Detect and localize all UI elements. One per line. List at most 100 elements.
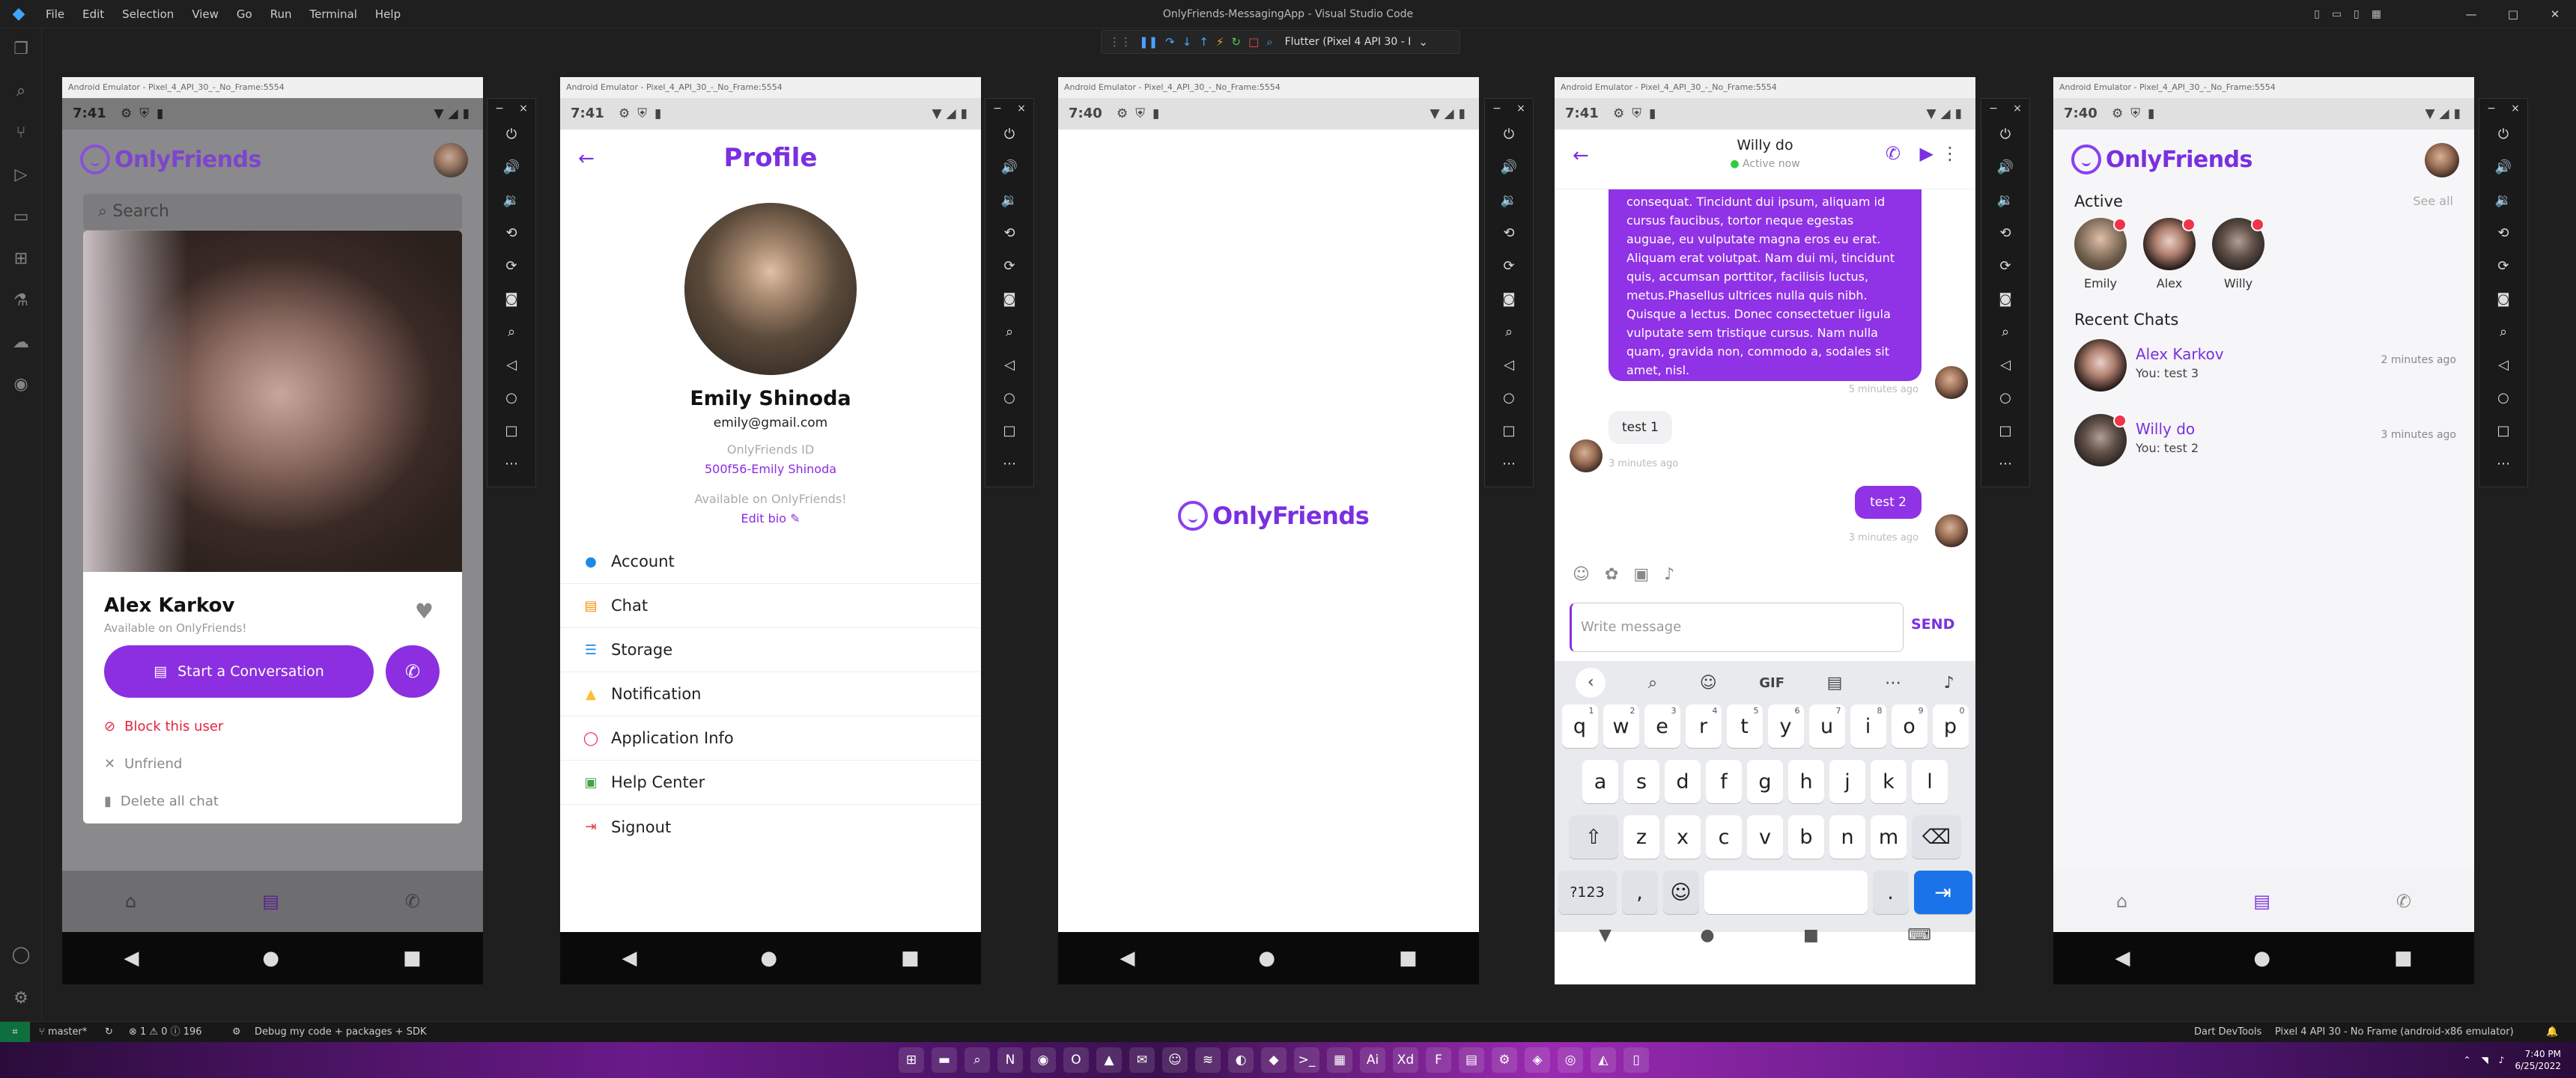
rotate-left-icon[interactable]: ⟲ <box>985 217 1033 250</box>
active-user[interactable]: Willy <box>2212 218 2264 290</box>
key-y[interactable]: y6 <box>1767 704 1804 748</box>
chat-icon[interactable]: ▤ <box>262 891 279 912</box>
opera-icon[interactable]: O <box>1063 1047 1089 1073</box>
menu-terminal[interactable]: Terminal <box>303 0 364 28</box>
run-debug-icon[interactable]: ▷ <box>0 154 42 196</box>
menu-chat[interactable]: ▤ Chat <box>560 584 981 628</box>
mic-icon[interactable]: ♪ <box>1664 565 1674 584</box>
enter-key[interactable]: ⇥ <box>1913 871 1972 914</box>
account-icon[interactable]: ◯ <box>0 934 42 976</box>
message-bubble-out[interactable]: consequat. Tincidunt dui ipsum, aliquam … <box>1609 189 1922 381</box>
source-control-icon[interactable]: ⑂ <box>0 112 42 154</box>
menu-notification[interactable]: ▲ Notification <box>560 672 981 716</box>
home-icon[interactable]: ○ <box>487 382 535 415</box>
key-s[interactable]: s <box>1623 760 1659 803</box>
menu-storage[interactable]: ☰ Storage <box>560 628 981 672</box>
phone-icon[interactable]: ✆ <box>2396 891 2411 912</box>
windows-start-icon[interactable]: ⊞ <box>899 1047 924 1073</box>
zoom-icon[interactable]: ⌕ <box>487 316 535 349</box>
volume-down-icon[interactable]: 🔉 <box>985 184 1033 217</box>
key-f[interactable]: f <box>1706 760 1742 803</box>
message-input[interactable]: Write message <box>1570 603 1904 652</box>
volume-down-icon[interactable]: 🔉 <box>1485 184 1533 217</box>
github-desktop-icon[interactable]: ◐ <box>1228 1047 1254 1073</box>
key-v[interactable]: v <box>1747 815 1783 859</box>
home-circle-icon[interactable]: ● <box>1258 947 1275 969</box>
step-out-icon[interactable]: ↑ <box>1199 35 1209 49</box>
close-icon[interactable]: × <box>1017 99 1026 118</box>
volume-down-icon[interactable]: 🔉 <box>1981 184 2029 217</box>
key-l[interactable]: l <box>1912 760 1948 803</box>
recents-icon[interactable]: ■ <box>1399 947 1418 969</box>
chevron-left-icon[interactable]: ‹ <box>1576 668 1606 698</box>
toggle-secondary-sidebar-icon[interactable]: ▯ <box>2354 0 2360 28</box>
more-icon[interactable]: ⋯ <box>985 448 1033 481</box>
home-icon[interactable]: ⌂ <box>125 891 136 912</box>
stop-icon[interactable]: □ <box>1248 35 1259 49</box>
key-q[interactable]: q1 <box>1561 704 1598 748</box>
device-selector[interactable]: Flutter (Pixel 4 API 30 - I <box>1285 36 1412 48</box>
key-m[interactable]: m <box>1871 815 1907 859</box>
testing-icon[interactable]: ⚗ <box>0 280 42 322</box>
more-icon[interactable]: ⋯ <box>1485 448 1533 481</box>
camera-icon[interactable]: ◙ <box>985 283 1033 316</box>
message-bubble-out[interactable]: test 2 <box>1855 486 1922 519</box>
send-button[interactable]: SEND <box>1911 616 1954 633</box>
key-r[interactable]: r4 <box>1685 704 1722 748</box>
home-icon[interactable]: ○ <box>2479 382 2527 415</box>
message-bubble-in[interactable]: test 1 <box>1609 411 1672 444</box>
menu-selection[interactable]: Selection <box>115 0 180 28</box>
discord-icon[interactable]: ☺ <box>1162 1047 1188 1073</box>
minimize-icon[interactable]: − <box>1989 99 1998 118</box>
emoji-icon[interactable]: ☺ <box>1573 565 1590 584</box>
photoshop-icon[interactable]: ▦ <box>1327 1047 1352 1073</box>
github-icon[interactable]: ◉ <box>0 364 42 406</box>
close-button[interactable]: ✕ <box>2534 0 2576 28</box>
start-conversation-button[interactable]: ▤ Start a Conversation <box>104 645 374 698</box>
power-icon[interactable]: ⏻ <box>487 118 535 151</box>
home-circle-icon[interactable]: ● <box>2253 947 2270 969</box>
menu-file[interactable]: File <box>39 0 71 28</box>
customize-layout-icon[interactable]: ▦ <box>2372 0 2381 28</box>
zoom-icon[interactable]: ⌕ <box>2479 316 2527 349</box>
key-i[interactable]: i8 <box>1850 704 1886 748</box>
volume-icon[interactable]: ♪ <box>2499 1055 2505 1065</box>
active-user[interactable]: Emily <box>2074 218 2127 290</box>
key-c[interactable]: c <box>1706 815 1742 859</box>
remote-explorer-icon[interactable]: ▭ <box>0 196 42 238</box>
power-icon[interactable]: ⏻ <box>1981 118 2029 151</box>
notes-icon[interactable]: ▤ <box>1459 1047 1484 1073</box>
recents-icon[interactable]: ■ <box>901 947 920 969</box>
rotate-left-icon[interactable]: ⟲ <box>487 217 535 250</box>
zoom-icon[interactable]: ⌕ <box>985 316 1033 349</box>
device-indicator[interactable]: Pixel 4 API 30 - No Frame (android-x86 e… <box>2275 1022 2514 1043</box>
key-w[interactable]: w2 <box>1603 704 1639 748</box>
remote-indicator-icon[interactable]: ⌗ <box>0 1022 30 1043</box>
power-icon[interactable]: ⏻ <box>1485 118 1533 151</box>
search-icon[interactable]: ⌕ <box>965 1047 990 1073</box>
more-icon[interactable]: ⋯ <box>487 448 535 481</box>
minimize-icon[interactable]: − <box>1492 99 1501 118</box>
home-icon[interactable]: ○ <box>1485 382 1533 415</box>
key-b[interactable]: b <box>1788 815 1824 859</box>
block-user-button[interactable]: ⊘ Block this user <box>104 719 223 734</box>
mic-icon[interactable]: ♪ <box>1944 674 1954 692</box>
menu-help-center[interactable]: ▣ Help Center <box>560 761 981 805</box>
menu-go[interactable]: Go <box>230 0 259 28</box>
more-icon[interactable]: ⋯ <box>1885 674 1901 692</box>
menu-view[interactable]: View <box>185 0 225 28</box>
key-d[interactable]: d <box>1665 760 1701 803</box>
active-user[interactable]: Alex <box>2143 218 2196 290</box>
zoom-icon[interactable]: ⌕ <box>1485 316 1533 349</box>
volume-down-icon[interactable]: 🔉 <box>2479 184 2527 217</box>
chat-list-item[interactable]: Willy do You: test 2 3 minutes ago <box>2074 414 2456 474</box>
illustrator-icon[interactable]: Ai <box>1360 1047 1385 1073</box>
volume-down-icon[interactable]: 🔉 <box>487 184 535 217</box>
maximize-button[interactable]: □ <box>2492 0 2534 28</box>
drag-handle-icon[interactable]: ⋮⋮ <box>1109 35 1131 49</box>
menu-account[interactable]: ● Account <box>560 540 981 584</box>
rotate-right-icon[interactable]: ⟳ <box>487 250 535 283</box>
clock[interactable]: 7:40 PM 6/25/2022 <box>2515 1048 2561 1072</box>
back-icon[interactable]: ◁ <box>487 349 535 382</box>
volume-up-icon[interactable]: 🔊 <box>1981 151 2029 184</box>
